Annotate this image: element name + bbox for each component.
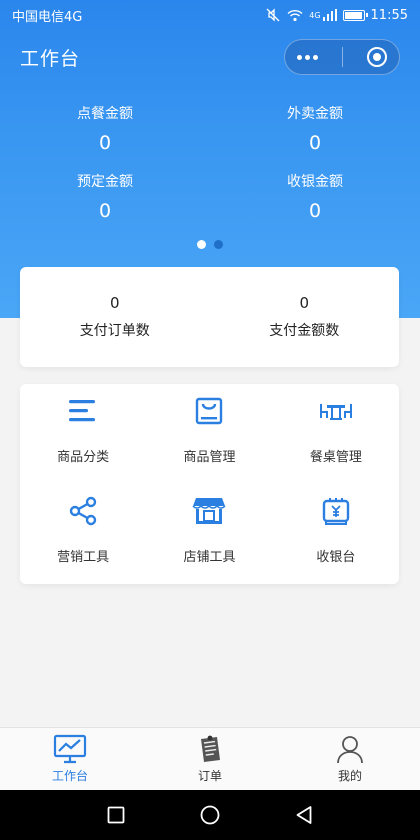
user-icon [337, 736, 363, 764]
tool-product-management[interactable]: 商品管理 [146, 384, 272, 484]
summary-value: 0 [98, 132, 112, 154]
shopping-bag-icon [192, 394, 226, 428]
time-label: 11:55 [370, 7, 408, 23]
payment-amount[interactable]: 0 支付金额数 [210, 292, 400, 342]
carousel-dot-active[interactable] [197, 240, 206, 249]
summary-item-reservation[interactable]: 预定金额 0 [0, 172, 210, 226]
share-icon [66, 494, 100, 528]
tool-product-category[interactable]: 商品分类 [20, 384, 146, 484]
tool-label: 营销工具 [57, 550, 110, 565]
order-list-icon [201, 735, 220, 762]
summary-label: 外卖金额 [287, 106, 343, 122]
mini-program-capsule [284, 39, 400, 75]
summary-label: 收银金额 [287, 174, 343, 190]
payment-label: 支付订单数 [79, 323, 150, 339]
summary-value: 0 [98, 200, 112, 222]
tab-label: 工作台 [51, 769, 88, 783]
summary-value: 0 [308, 200, 322, 222]
storefront-icon [192, 494, 227, 528]
recents-icon[interactable] [107, 806, 125, 824]
back-icon[interactable] [295, 805, 313, 825]
tool-label: 收银台 [316, 550, 356, 565]
mute-icon [266, 8, 280, 22]
dashboard-monitor-icon [53, 734, 87, 764]
carousel-dot[interactable] [214, 240, 223, 249]
list-lines-icon [66, 394, 100, 428]
payment-summary-card: 0 支付订单数 0 支付金额数 [20, 267, 399, 367]
payment-value: 0 [299, 294, 310, 312]
cash-register-icon [319, 494, 353, 528]
home-icon[interactable] [200, 805, 220, 825]
payment-orders[interactable]: 0 支付订单数 [20, 292, 210, 342]
summary-label: 预定金额 [77, 174, 133, 190]
payment-value: 0 [109, 294, 120, 312]
tool-table-management[interactable]: 餐桌管理 [273, 384, 399, 484]
tool-marketing[interactable]: 营销工具 [20, 484, 146, 584]
page-title: 工作台 [20, 47, 81, 70]
tab-label: 订单 [197, 769, 222, 783]
tool-label: 商品管理 [183, 450, 236, 465]
system-navigation-bar [0, 790, 420, 840]
summary-item-dining[interactable]: 点餐金额 0 [0, 104, 210, 158]
summary-grid: 点餐金额 0 外卖金额 0 预定金额 0 收银金额 0 [0, 104, 420, 226]
tool-label: 商品分类 [57, 450, 110, 465]
summary-value: 0 [308, 132, 322, 154]
tool-cashier[interactable]: 收银台 [273, 484, 399, 584]
wifi-icon [287, 9, 303, 21]
payment-label: 支付金额数 [269, 323, 340, 339]
summary-item-cashier[interactable]: 收银金额 0 [210, 172, 420, 226]
tab-mine[interactable]: 我的 [280, 728, 420, 790]
carousel-indicator [0, 240, 420, 249]
tool-label: 餐桌管理 [309, 450, 362, 465]
summary-item-takeout[interactable]: 外卖金额 0 [210, 104, 420, 158]
tool-store[interactable]: 店铺工具 [146, 484, 272, 584]
dining-table-icon [319, 394, 353, 428]
tools-grid: 商品分类 商品管理 餐桌管理 营销工具 店铺工具 收银台 [20, 384, 399, 584]
capsule-divider [342, 47, 343, 67]
network-label: 4G [309, 10, 321, 20]
status-icons: 4G 11:55 [265, 8, 408, 23]
carrier-label: 中国电信4G [12, 9, 83, 25]
signal-icon [322, 9, 337, 21]
tab-workbench[interactable]: 工作台 [0, 728, 140, 790]
summary-label: 点餐金额 [77, 106, 133, 122]
status-bar: 中国电信4G 4G 11:55 [0, 0, 420, 30]
tab-label: 我的 [337, 769, 362, 783]
more-icon[interactable] [297, 54, 318, 60]
tab-orders[interactable]: 订单 [140, 728, 280, 790]
battery-icon [342, 9, 368, 21]
close-target-icon[interactable] [367, 47, 387, 67]
tool-label: 店铺工具 [183, 550, 236, 565]
bottom-tab-bar: 工作台 订单 我的 [0, 727, 420, 790]
navigation-bar: 工作台 [0, 30, 420, 84]
